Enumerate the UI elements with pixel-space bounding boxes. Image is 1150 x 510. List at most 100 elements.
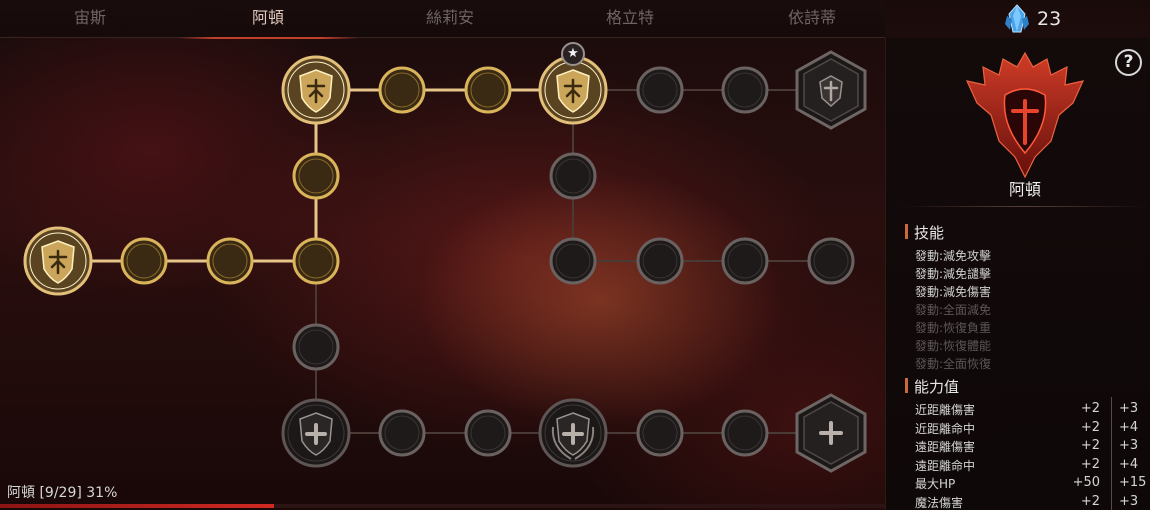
crystal-icon: [1005, 4, 1029, 33]
skill-node-m3[interactable]: [636, 237, 684, 285]
crescent-icon: [636, 409, 684, 457]
skill-item: 發動:減免譴擊: [915, 267, 992, 281]
stat-name: 遠距離傷害: [915, 440, 976, 454]
panel-divider: [900, 206, 1148, 207]
crescent-icon: [292, 152, 340, 200]
stat-max: +4: [1119, 419, 1139, 435]
crescent-icon: [292, 237, 340, 285]
crest-icon: [795, 50, 867, 130]
stat-name: 最大HP: [915, 477, 956, 491]
progress-fill: [0, 504, 275, 508]
skill-node-t4[interactable]: [721, 66, 769, 114]
stat-row: 遠距離命中 +2 +4: [915, 456, 1145, 475]
shield-cross-icon: [281, 398, 351, 468]
stat-row: 近距離傷害 +2 +3: [915, 400, 1145, 419]
stat-max: +3: [1119, 401, 1139, 416]
crescent-icon: [636, 66, 684, 114]
stats-heading: 能力值: [905, 376, 959, 397]
stat-current: +2: [1080, 456, 1100, 472]
skill-item: 發動:減免攻擊: [915, 249, 992, 263]
shield-figure-icon: [281, 55, 351, 125]
skill-node-bottom-wreath[interactable]: [537, 397, 609, 469]
crescent-icon: [721, 409, 769, 457]
skill-node-top-shield[interactable]: [280, 54, 352, 126]
skill-item: 發動:全面恢復: [915, 357, 992, 371]
crescent-icon: [549, 152, 597, 200]
stats-list: 近距離傷害 +2 +3 近距離命中 +2 +4 遠距離傷害 +2 +3 遠距離命…: [915, 400, 1147, 510]
skill-node-bottom-shield[interactable]: [280, 397, 352, 469]
tab-silian[interactable]: 絲莉安: [360, 0, 540, 38]
skill-node-top-hex[interactable]: [794, 50, 868, 130]
skill-node-m4[interactable]: [721, 237, 769, 285]
stat-max: +3: [1119, 438, 1139, 453]
skill-node-b2[interactable]: [464, 409, 512, 457]
star-icon: ★: [561, 42, 585, 66]
skill-node-junction[interactable]: [292, 237, 340, 285]
skill-node-b4[interactable]: [721, 409, 769, 457]
stat-max: +3: [1119, 493, 1139, 509]
crescent-icon: [721, 237, 769, 285]
skill-item: 發動:減免傷害: [915, 285, 992, 299]
stat-row: 魔法傷害 +2 +3: [915, 493, 1145, 510]
stat-name: 遠距離命中: [915, 458, 976, 473]
class-tab-bar: 宙斯 阿頓 絲莉安 格立特 依詩蒂: [0, 0, 885, 39]
stat-max: +4: [1119, 456, 1139, 472]
skill-node-bottom-hex[interactable]: [794, 393, 868, 473]
tab-aton[interactable]: 阿頓: [178, 0, 358, 39]
skill-node-r1[interactable]: [120, 237, 168, 285]
skill-node-m5[interactable]: [807, 237, 855, 285]
tab-gelite[interactable]: 格立特: [540, 0, 720, 38]
skill-node-b3[interactable]: [636, 409, 684, 457]
crescent-icon: [206, 237, 254, 285]
skill-node-down1[interactable]: [292, 323, 340, 371]
stat-current: +2: [1080, 438, 1100, 453]
stat-name: 近距離命中: [915, 421, 976, 436]
skill-node-t1[interactable]: [378, 66, 426, 114]
class-emblem-icon: [965, 51, 1085, 179]
stat-max: +15: [1119, 475, 1147, 490]
crescent-icon: [549, 237, 597, 285]
stat-row: 遠距離傷害 +2 +3: [915, 437, 1145, 456]
stat-row: 最大HP +50 +15: [915, 474, 1147, 493]
stat-name: 近距離傷害: [915, 403, 976, 417]
crescent-icon: [378, 409, 426, 457]
stat-current: +50: [1072, 475, 1100, 490]
shield-figure-icon: [23, 226, 93, 296]
skill-item: 發動:恢復負重: [915, 321, 992, 335]
skill-node-m2[interactable]: [549, 237, 597, 285]
progress-label: 阿頓 [9/29] 31%: [7, 485, 118, 501]
skill-item: 發動:恢復體能: [915, 339, 992, 353]
tab-yishidi[interactable]: 依詩蒂: [722, 0, 902, 38]
crescent-icon: [636, 237, 684, 285]
stat-row: 近距離命中 +2 +4: [915, 419, 1145, 438]
skill-node-m1[interactable]: [549, 152, 597, 200]
crescent-icon: [292, 323, 340, 371]
skill-node-root[interactable]: [22, 225, 94, 297]
currency-display: 23: [1003, 4, 1061, 34]
stat-current: +2: [1080, 401, 1100, 416]
skill-tree: ★: [0, 38, 885, 504]
crescent-icon: [721, 66, 769, 114]
shield-cross-wreath-icon: [538, 398, 608, 468]
skills-heading: 技能: [905, 222, 944, 243]
skill-node-b1[interactable]: [378, 409, 426, 457]
currency-value: 23: [1037, 8, 1062, 30]
crescent-icon: [120, 237, 168, 285]
crescent-icon: [464, 409, 512, 457]
stat-name: 魔法傷害: [915, 495, 964, 510]
skill-node-t2[interactable]: [464, 66, 512, 114]
skill-list: 發動:減免攻擊 發動:減免譴擊 發動:減免傷害 發動:全面減免 發動:恢復負重 …: [915, 247, 991, 373]
stat-current: +2: [1080, 493, 1100, 509]
crescent-icon: [807, 237, 855, 285]
stat-current: +2: [1080, 419, 1100, 435]
skill-node-t3[interactable]: [636, 66, 684, 114]
tab-zeus[interactable]: 宙斯: [0, 0, 180, 38]
skill-item: 發動:全面減免: [915, 303, 992, 317]
progress-bar: [0, 504, 885, 508]
skill-node-r2[interactable]: [206, 237, 254, 285]
skill-node-up1[interactable]: [292, 152, 340, 200]
help-icon[interactable]: ?: [1115, 49, 1142, 76]
crescent-icon: [464, 66, 512, 114]
crescent-icon: [378, 66, 426, 114]
class-name: 阿頓: [1008, 180, 1041, 199]
